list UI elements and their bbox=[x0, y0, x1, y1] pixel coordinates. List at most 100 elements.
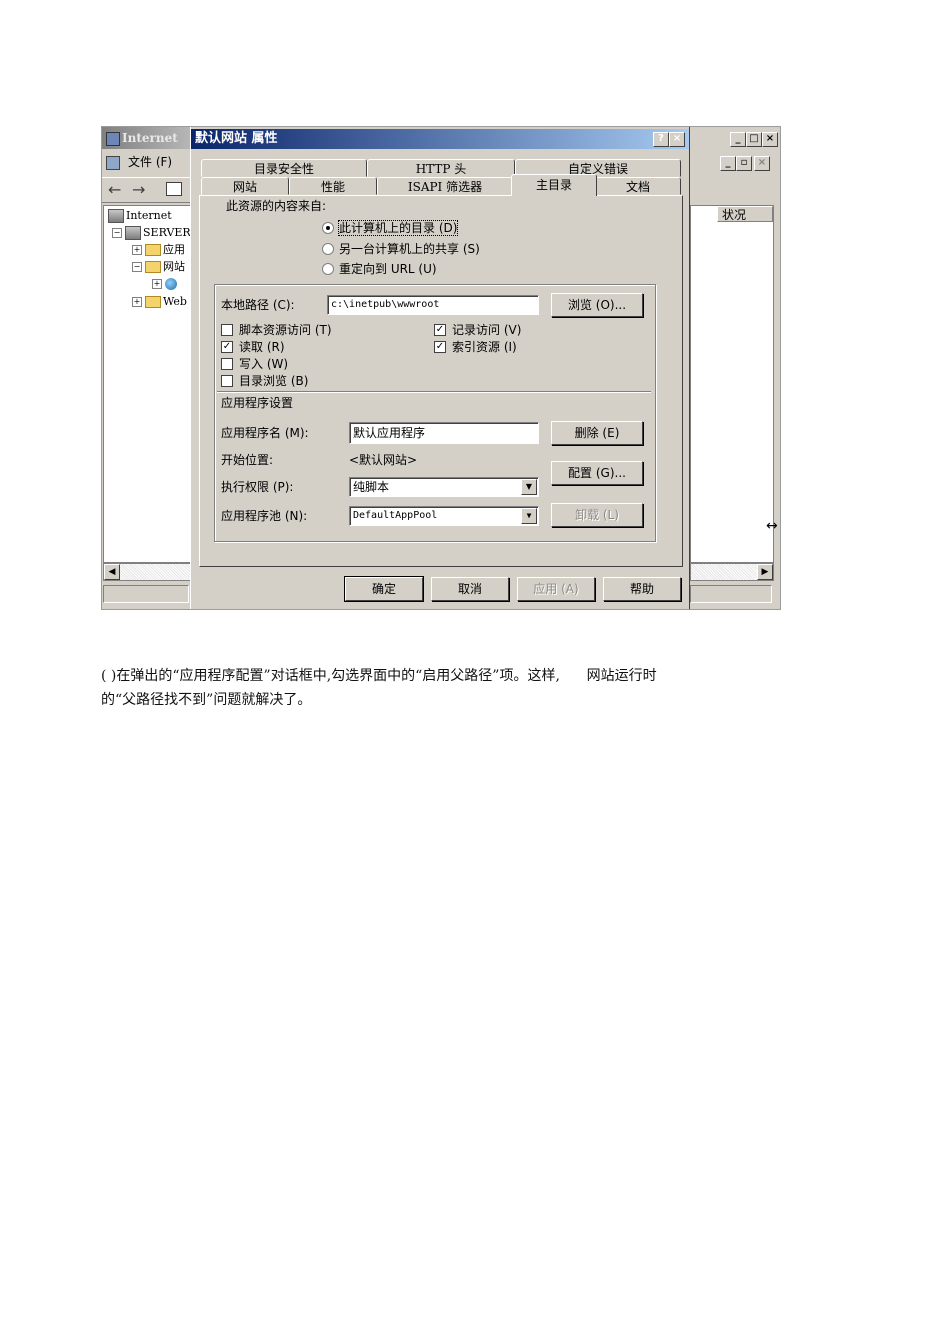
app-name-label: 应用程序名 (M): bbox=[221, 426, 309, 440]
iis-app-icon bbox=[106, 132, 120, 146]
perm-write[interactable]: 写入 (W) bbox=[221, 356, 288, 372]
app-name-input[interactable]: 默认应用程序 bbox=[349, 422, 539, 444]
checkbox-icon bbox=[221, 374, 233, 387]
tree-web-ext[interactable]: + Web bbox=[132, 294, 187, 310]
back-arrow-icon[interactable]: ← bbox=[108, 180, 121, 199]
collapse-icon[interactable]: − bbox=[112, 228, 122, 238]
radio-redirect-url[interactable]: 重定向到 URL (U) bbox=[322, 261, 437, 277]
menu-file[interactable]: 文件 (F) bbox=[128, 154, 172, 170]
config-button[interactable]: 配置 (G)... bbox=[551, 461, 643, 485]
mmc-status-bar bbox=[103, 585, 189, 603]
perm-log-visits[interactable]: ✓ 记录访问 (V) bbox=[434, 322, 521, 338]
local-path-input[interactable]: c:\inetpub\wwwroot bbox=[327, 295, 539, 315]
tree-sites[interactable]: − 网站 bbox=[132, 259, 185, 275]
tree-app-pools[interactable]: + 应用 bbox=[132, 242, 185, 258]
details-list-pane: 状况 bbox=[690, 205, 774, 563]
tree-sites-label: 网站 bbox=[163, 260, 185, 273]
close-window-icon[interactable]: × bbox=[754, 156, 770, 171]
perm-directory-browse[interactable]: 目录浏览 (B) bbox=[221, 373, 308, 389]
perm-read[interactable]: ✓ 读取 (R) bbox=[221, 339, 285, 355]
radio-selected-icon bbox=[322, 221, 334, 234]
unload-button[interactable]: 卸载 (L) bbox=[551, 503, 643, 527]
checkbox-checked-icon: ✓ bbox=[221, 340, 233, 353]
perm-directory-browse-label: 目录浏览 (B) bbox=[239, 374, 309, 388]
remove-button[interactable]: 删除 (E) bbox=[551, 421, 643, 445]
close-window-icon[interactable]: × bbox=[762, 132, 778, 147]
details-hscroll[interactable]: ▶ bbox=[690, 563, 774, 581]
tab-directory-security[interactable]: 目录安全性 bbox=[201, 159, 367, 177]
instruction-line-1: ( )在弹出的“应用程序配置”对话框中,勾选界面中的“启用父路径”项。这样, 网… bbox=[101, 668, 657, 684]
help-title-icon[interactable]: ? bbox=[653, 132, 669, 147]
folder-icon bbox=[145, 244, 161, 256]
chevron-down-icon[interactable]: ▼ bbox=[521, 479, 537, 495]
checkbox-icon bbox=[221, 357, 233, 370]
radio-local-directory[interactable]: 此计算机上的目录 (D) bbox=[322, 220, 459, 236]
tree-app-pools-label: 应用 bbox=[163, 243, 185, 256]
site-properties-dialog: 默认网站 属性 ? × 目录安全性 HTTP 头 自定义错误 网站 性能 ISA… bbox=[190, 127, 690, 609]
tab-documents[interactable]: 文档 bbox=[595, 177, 681, 195]
cancel-button[interactable]: 取消 bbox=[431, 577, 509, 601]
iis-root-icon bbox=[108, 209, 124, 223]
tree-web-label: Web bbox=[163, 295, 187, 308]
folder-icon bbox=[145, 261, 161, 273]
checkbox-icon bbox=[221, 323, 233, 336]
tree-default-site[interactable]: + bbox=[152, 276, 179, 292]
exec-perm-select[interactable]: 纯脚本 ▼ bbox=[349, 477, 539, 497]
app-pool-select[interactable]: DefaultAppPool ▼ bbox=[349, 506, 539, 526]
server-icon bbox=[125, 226, 141, 240]
perm-script-source[interactable]: 脚本资源访问 (T) bbox=[221, 322, 332, 338]
tab-website[interactable]: 网站 bbox=[201, 177, 289, 195]
perm-index-resource-label: 索引资源 (I) bbox=[452, 340, 517, 354]
forward-arrow-icon[interactable]: → bbox=[132, 180, 145, 199]
tab-home-directory[interactable]: 主目录 bbox=[511, 174, 597, 196]
tab-http-headers[interactable]: HTTP 头 bbox=[367, 159, 515, 177]
globe-icon bbox=[165, 278, 177, 290]
app-settings-divider bbox=[217, 391, 651, 393]
expand-icon[interactable]: + bbox=[132, 245, 142, 255]
checkbox-checked-icon: ✓ bbox=[434, 323, 446, 336]
mmc-title-bar: Internet bbox=[102, 127, 190, 149]
local-path-label: 本地路径 (C): bbox=[221, 298, 295, 312]
dialog-title-bar: 默认网站 属性 ? × bbox=[191, 129, 689, 149]
perm-script-source-label: 脚本资源访问 (T) bbox=[239, 323, 332, 337]
apply-button[interactable]: 应用 (A) bbox=[517, 577, 595, 601]
status-column-header[interactable]: 状况 bbox=[717, 206, 773, 222]
dialog-title: 默认网站 属性 bbox=[195, 131, 278, 146]
exec-perm-value: 纯脚本 bbox=[353, 480, 390, 494]
minimize-icon[interactable]: _ bbox=[720, 156, 736, 171]
mmc-right-window: _ □ × _ ▫ × 状况 ▶ bbox=[690, 127, 780, 609]
minimize-icon[interactable]: _ bbox=[730, 132, 746, 147]
inner-window-controls: _ ▫ × bbox=[690, 151, 780, 175]
radio-network-share[interactable]: 另一台计算机上的共享 (S) bbox=[322, 241, 480, 257]
resize-cursor-icon: ↔ bbox=[766, 518, 778, 534]
collapse-icon[interactable]: − bbox=[132, 262, 142, 272]
tree-server[interactable]: − SERVER bbox=[112, 225, 191, 241]
browse-button[interactable]: 浏览 (O)... bbox=[551, 293, 643, 317]
maximize-icon[interactable]: □ bbox=[746, 132, 762, 147]
chevron-down-icon[interactable]: ▼ bbox=[521, 508, 537, 524]
help-button[interactable]: 帮助 bbox=[603, 577, 681, 601]
tab-performance[interactable]: 性能 bbox=[289, 177, 377, 195]
tree-root-label: Internet bbox=[126, 209, 172, 222]
tree-hscroll[interactable]: ◀ bbox=[103, 563, 191, 581]
mmc-tree-pane: Internet − SERVER + 应用 − 网站 + + Web bbox=[103, 205, 191, 563]
perm-write-label: 写入 (W) bbox=[239, 357, 289, 371]
outer-window-title: _ □ × bbox=[690, 127, 780, 149]
close-icon[interactable]: × bbox=[669, 132, 685, 147]
mmc-toolbar: ← → bbox=[102, 177, 190, 203]
restore-icon[interactable]: ▫ bbox=[736, 156, 752, 171]
scroll-left-icon[interactable]: ◀ bbox=[104, 564, 120, 580]
expand-icon[interactable]: + bbox=[132, 297, 142, 307]
tab-isapi-filters[interactable]: ISAPI 筛选器 bbox=[377, 177, 513, 195]
scroll-right-icon[interactable]: ▶ bbox=[757, 564, 773, 580]
ok-button[interactable]: 确定 bbox=[344, 576, 424, 602]
perm-index-resource[interactable]: ✓ 索引资源 (I) bbox=[434, 339, 517, 355]
radio-redirect-url-label: 重定向到 URL (U) bbox=[339, 262, 437, 276]
app-settings-heading: 应用程序设置 bbox=[221, 396, 294, 410]
instruction-line-2: 的“父路径找不到”问题就解决了。 bbox=[101, 692, 312, 708]
iis-screenshot: Internet 文件 (F) ← → Internet − SERVER + 应用… bbox=[101, 126, 781, 610]
mmc-title: Internet bbox=[122, 131, 178, 145]
tree-root[interactable]: Internet bbox=[108, 208, 172, 224]
show-hide-tree-icon[interactable] bbox=[166, 182, 182, 196]
expand-icon[interactable]: + bbox=[152, 279, 162, 289]
